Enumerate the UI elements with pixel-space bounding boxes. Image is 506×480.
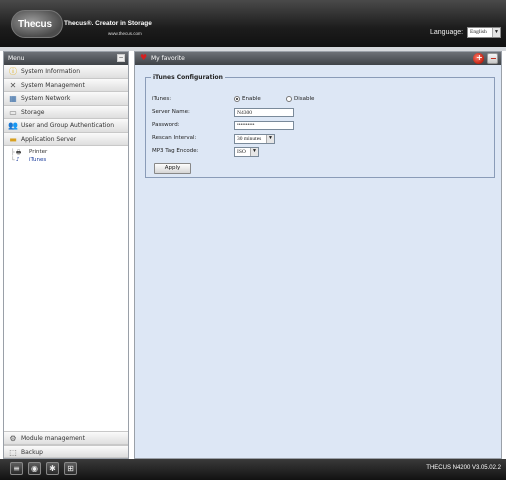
music-icon: ♪ <box>16 157 20 163</box>
network-icon: ▦ <box>9 94 17 103</box>
network-tree-icon[interactable]: ⊞ <box>64 462 77 475</box>
tree-branch: ├ <box>11 149 15 156</box>
sidebar-item-label: User and Group Authentication <box>21 122 114 129</box>
enable-label: Enable <box>242 96 261 102</box>
sidebar-item-label: Application Server <box>21 135 77 143</box>
chevron-down-icon[interactable]: ▼ <box>492 28 500 37</box>
sidebar-item-label: Module management <box>21 435 85 442</box>
sidebar-item-system-information[interactable]: ⓘ System Information <box>4 65 128 79</box>
itunes-configuration-fieldset: iTunes Configuration iTunes: Enable Disa… <box>145 74 495 178</box>
chevron-down-icon[interactable]: ▼ <box>266 135 274 143</box>
chevron-down-icon[interactable]: ▼ <box>250 148 258 156</box>
sidebar-item-module-management[interactable]: ⚙ Module management <box>4 431 128 445</box>
server-name-input[interactable]: N4300 <box>234 108 294 117</box>
sidebar-item-system-management[interactable]: ✕ System Management <box>4 78 128 92</box>
sidebar-item-label: Storage <box>21 108 45 116</box>
favorite-bar: ♥ My favorite <box>135 52 501 65</box>
tools-icon: ✕ <box>9 80 17 90</box>
tagline: Thecus®. Creator in Storage <box>64 20 152 27</box>
main-panel: ♥ My favorite iTunes Configuration iTune… <box>134 51 502 459</box>
users-icon: 👥 <box>8 121 18 130</box>
tree-branch: └ <box>11 157 15 164</box>
fieldset-legend: iTunes Configuration <box>153 74 223 81</box>
bottom-taskbar: ≡ ◉ ✱ ⊞ THECUS N4200 V3.05.02.2 <box>0 459 506 480</box>
rescan-interval-label: Rescan Interval: <box>152 135 197 141</box>
sidebar-item-label: Printer <box>29 149 48 155</box>
firmware-version: THECUS N4200 V3.05.02.2 <box>426 465 501 471</box>
mp3-tag-encode-row: MP3 Tag Encode: ISO ▼ <box>152 147 492 157</box>
apply-button[interactable]: Apply <box>154 163 191 174</box>
sidebar-item-label: Backup <box>21 448 43 456</box>
sidebar-menu: Menu − ⓘ System Information ✕ System Man… <box>3 51 129 459</box>
storage-icon: ▭ <box>9 107 17 117</box>
application-server-submenu: ├ 🖶 Printer └ ♪ iTunes <box>4 146 128 165</box>
menu-header: Menu − <box>4 52 128 65</box>
sidebar-item-system-network[interactable]: ▦ System Network <box>4 92 128 106</box>
sidebar-item-storage[interactable]: ▭ Storage <box>4 105 128 119</box>
remove-favorite-icon[interactable] <box>487 53 498 64</box>
favorite-label: My favorite <box>151 55 185 62</box>
sidebar-bottom-categories: ⚙ Module management ⬚ Backup <box>4 431 128 458</box>
radio-unselected-icon <box>286 96 292 102</box>
password-label: Password: <box>152 122 180 128</box>
menu-title: Menu <box>8 55 25 62</box>
rescan-interval-select[interactable]: 30 minutes ▼ <box>234 134 275 144</box>
language-select[interactable]: English ▼ <box>467 27 501 38</box>
itunes-label: iTunes: <box>152 96 172 102</box>
folder-icon: ▬ <box>9 134 17 144</box>
sidebar-item-label: iTunes <box>29 157 47 163</box>
password-input[interactable]: •••••••••• <box>234 121 294 130</box>
sidebar-item-label: System Management <box>21 81 85 89</box>
heart-icon: ♥ <box>140 53 148 62</box>
rescan-interval-value: 30 minutes <box>237 136 262 142</box>
sidebar-item-printer[interactable]: ├ 🖶 Printer <box>10 149 128 157</box>
backup-icon: ⬚ <box>9 447 17 457</box>
website-text: www.thecus.com <box>108 31 142 36</box>
rescan-interval-row: Rescan Interval: 30 minutes ▼ <box>152 134 492 144</box>
collapse-menu-button[interactable]: − <box>117 54 125 62</box>
mp3-tag-encode-value: ISO <box>237 149 246 155</box>
sidebar-item-label: System Network <box>21 95 71 102</box>
server-name-label: Server Name: <box>152 109 190 115</box>
add-favorite-icon[interactable] <box>473 53 484 64</box>
server-name-row: Server Name: N4300 <box>152 108 492 118</box>
logo-text: Thecus <box>18 19 52 30</box>
disk-icon[interactable]: ◉ <box>28 462 41 475</box>
disable-radio[interactable]: Disable <box>286 96 314 102</box>
mp3-tag-encode-select[interactable]: ISO ▼ <box>234 147 259 157</box>
info-icon: ⓘ <box>9 67 17 76</box>
password-row: Password: •••••••••• <box>152 121 492 131</box>
enable-radio[interactable]: Enable <box>234 96 261 102</box>
language-label: Language: <box>430 29 464 36</box>
thecus-logo: Thecus Thecus®. Creator in Storage www.t… <box>8 6 152 42</box>
share-icon[interactable]: ✱ <box>46 462 59 475</box>
sidebar-item-application-server[interactable]: ▬ Application Server <box>4 132 128 146</box>
itunes-row: iTunes: Enable Disable <box>152 95 492 105</box>
sidebar-item-label: System Information <box>21 68 81 75</box>
sidebar-item-itunes[interactable]: └ ♪ iTunes <box>10 157 128 165</box>
sidebar-item-backup[interactable]: ⬚ Backup <box>4 444 128 458</box>
module-icon: ⚙ <box>9 434 17 443</box>
mp3-tag-encode-label: MP3 Tag Encode: <box>152 148 199 154</box>
list-icon[interactable]: ≡ <box>10 462 23 475</box>
disable-label: Disable <box>294 96 315 102</box>
radio-selected-icon <box>234 96 240 102</box>
sidebar-item-user-group-authentication[interactable]: 👥 User and Group Authentication <box>4 119 128 133</box>
language-value: English <box>470 29 487 35</box>
top-header: Thecus Thecus®. Creator in Storage www.t… <box>0 0 506 47</box>
